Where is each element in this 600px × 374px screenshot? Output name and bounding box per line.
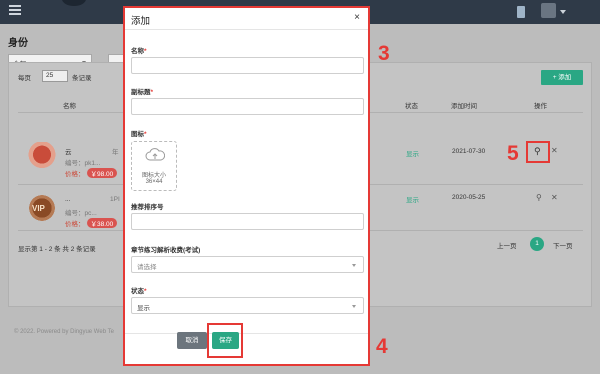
menu-icon[interactable]	[9, 5, 21, 15]
close-icon[interactable]: ×	[354, 12, 360, 23]
row-date: 2021-07-30	[452, 148, 486, 155]
annotation-number: 4	[376, 335, 388, 358]
pager-prev[interactable]: 上一页	[497, 240, 517, 250]
upload-cloud-icon	[145, 148, 165, 161]
highlight-box: ⚲	[526, 141, 550, 163]
chevron-down-icon	[352, 264, 356, 267]
dialog-footer	[125, 333, 368, 364]
pager-next[interactable]: 下一页	[553, 240, 573, 250]
delete-icon[interactable]: ✕	[551, 146, 558, 155]
icon-label: 图标*	[131, 128, 147, 138]
column-header-status: 状态	[405, 103, 418, 110]
icon-label-text: 图标	[131, 131, 144, 138]
status-label-text: 状态	[131, 288, 144, 295]
icon-uploader[interactable]: 图标大小 36×44	[131, 141, 177, 191]
per-page-label: 每页	[18, 75, 31, 82]
price-badge: ￥38.00	[86, 218, 118, 228]
per-page-suffix: 条记录	[72, 75, 92, 82]
name-input[interactable]	[131, 57, 364, 74]
dialog-title: 添加	[131, 16, 151, 27]
sort-input[interactable]	[131, 213, 364, 230]
name-label: 名称*	[131, 45, 147, 55]
chevron-down-icon	[352, 305, 356, 308]
column-header-name: 名称	[63, 103, 76, 110]
chevron-down-icon[interactable]	[560, 10, 566, 14]
status-select-value: 显示	[137, 305, 150, 312]
row-price: 价格： ￥98.00	[65, 168, 118, 178]
row-name-tail: 1PI	[110, 196, 120, 203]
icon-size-hint: 图标大小	[141, 173, 166, 179]
row-code: 编号：pc...	[65, 210, 97, 217]
required-mark: *	[150, 89, 154, 96]
required-mark: *	[144, 288, 147, 295]
annotation-number: 3	[378, 42, 390, 65]
row-thumbnail	[26, 142, 58, 170]
logo	[62, 0, 86, 6]
column-header-actions: 操作	[534, 103, 547, 110]
status-label: 状态*	[131, 285, 147, 295]
search-icon[interactable]: ⚲	[534, 146, 541, 157]
chapter-label: 章节练习解析收费(考试)	[131, 247, 201, 254]
status-badge: 显示	[406, 151, 419, 158]
cancel-button[interactable]: 取消	[177, 332, 207, 349]
search-icon[interactable]: ⚲	[536, 193, 542, 202]
price-label: 价格：	[65, 221, 85, 228]
delete-icon[interactable]: ✕	[551, 193, 558, 202]
page-title: 身份	[8, 38, 28, 49]
avatar[interactable]	[541, 3, 556, 18]
save-button[interactable]: 保存	[212, 332, 239, 349]
add-button[interactable]: + 添加	[541, 70, 583, 85]
phone-icon[interactable]	[517, 6, 525, 18]
sort-label: 推荐排序号	[131, 204, 164, 211]
row-name: 云	[65, 149, 72, 156]
required-mark: *	[144, 48, 147, 55]
annotation-number: 5	[507, 142, 519, 165]
row-code: 编号：pk1...	[65, 160, 101, 167]
price-badge: ￥98.00	[86, 168, 118, 178]
per-page-select[interactable]: 25	[42, 70, 68, 82]
dialog-header: 添加 ×	[125, 8, 368, 30]
status-select[interactable]: 显示	[131, 297, 364, 314]
pager-current[interactable]: 1	[530, 237, 544, 251]
vip-badge: VIP	[32, 204, 45, 213]
name-label-text: 名称	[131, 48, 144, 55]
row-price: 价格： ￥38.00	[65, 218, 118, 228]
record-info: 显示第 1 - 2 条 共 2 条记录	[18, 246, 96, 253]
subtitle-label: 副标题*	[131, 86, 153, 96]
add-dialog: 添加 × 名称* 副标题* 图标* 图标大小 36×44 推荐排序号 章节练习解…	[123, 6, 370, 366]
chapter-select-placeholder: 请选择	[137, 264, 157, 271]
subtitle-label-text: 副标题	[131, 89, 151, 96]
chapter-select[interactable]: 请选择	[131, 256, 364, 273]
row-name-tail: 年	[112, 149, 119, 156]
price-label: 价格：	[65, 171, 85, 178]
row-name: ...	[65, 196, 71, 203]
status-badge: 显示	[406, 197, 419, 204]
icon-size-value: 36×44	[145, 179, 163, 185]
copyright: © 2022. Powered by Dingyue Web Te	[14, 329, 114, 335]
row-date: 2020-05-25	[452, 194, 486, 201]
subtitle-input[interactable]	[131, 98, 364, 115]
required-mark: *	[144, 131, 147, 138]
column-header-date: 添加时间	[451, 103, 477, 110]
